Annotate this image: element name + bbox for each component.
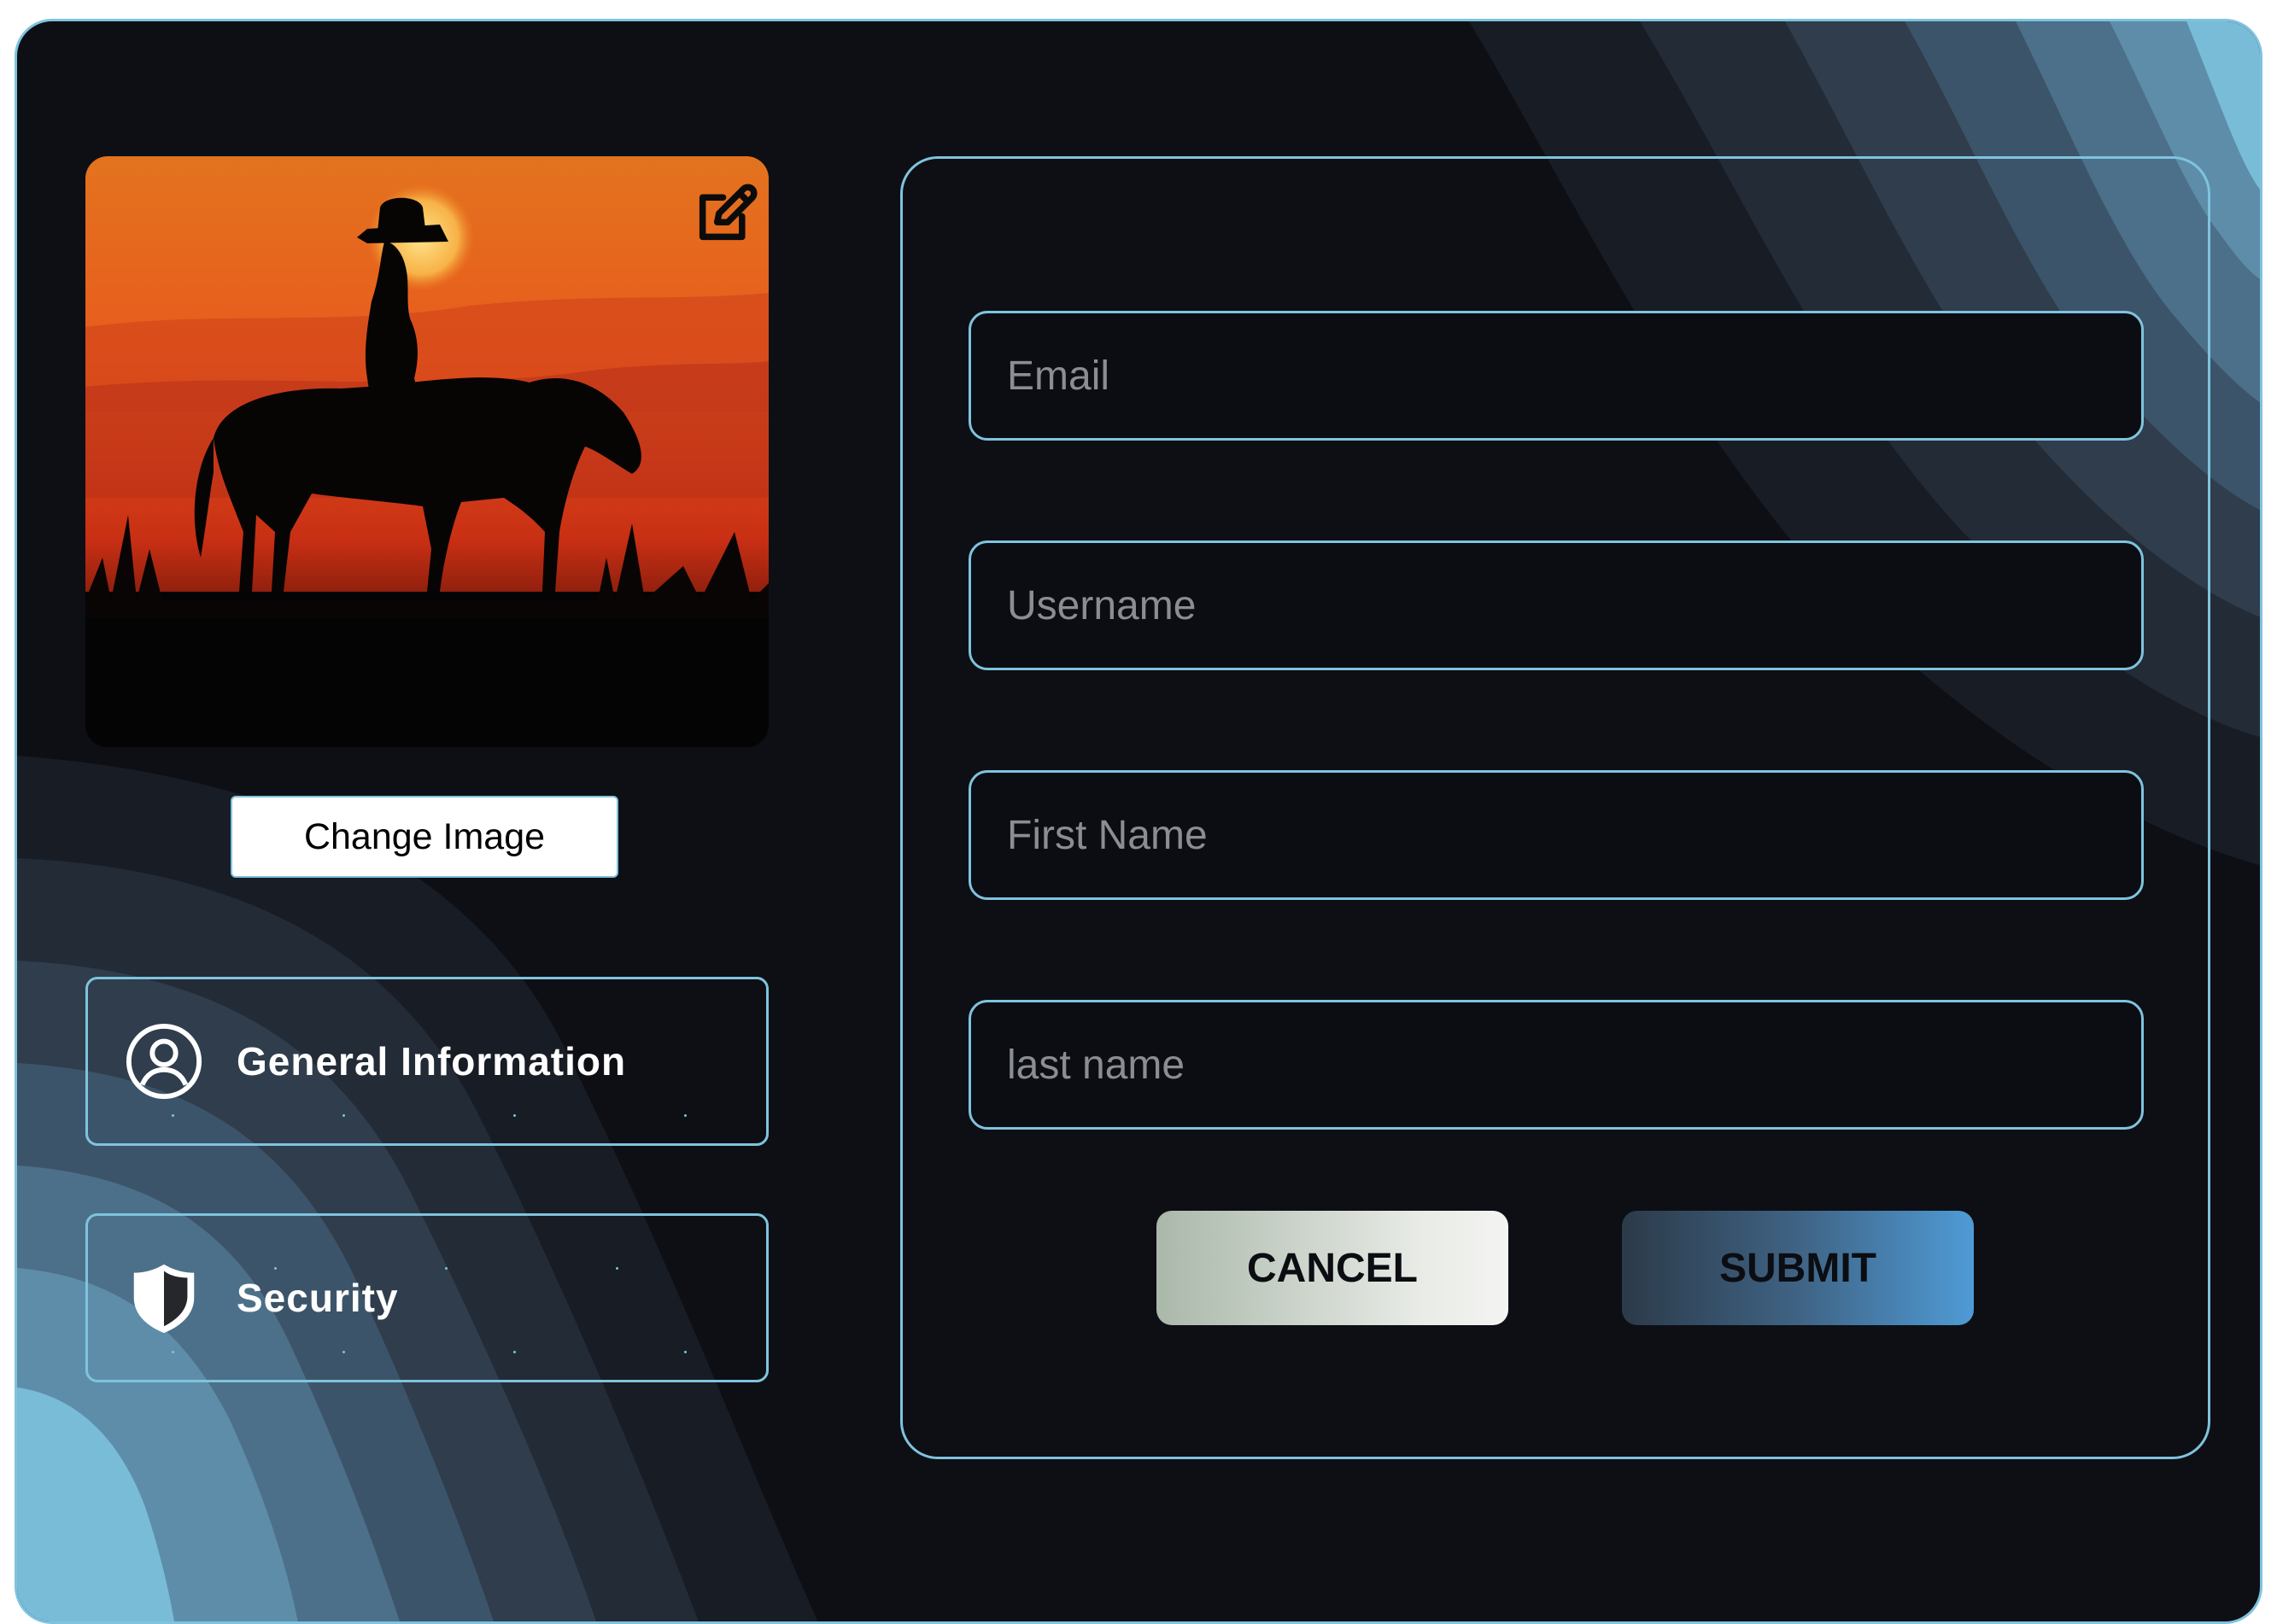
change-image-button[interactable]: Change Image xyxy=(231,796,618,878)
decorative-dots-top xyxy=(88,1267,766,1272)
submit-button[interactable]: SUBMIT xyxy=(1622,1211,1974,1325)
profile-photo xyxy=(85,156,769,747)
nav-label-general-information: General Information xyxy=(237,1039,627,1084)
cancel-button[interactable]: CANCEL xyxy=(1156,1211,1508,1325)
decorative-dots xyxy=(88,1351,766,1356)
user-circle-icon xyxy=(126,1023,202,1100)
edit-square-icon[interactable] xyxy=(691,178,761,248)
username-field[interactable] xyxy=(969,540,2144,670)
nav-general-information[interactable]: General Information xyxy=(85,977,769,1146)
decorative-dots xyxy=(88,1114,766,1119)
profile-window: Change Image General Information Securit… xyxy=(15,19,2262,1624)
sunset-rider-image xyxy=(85,156,769,747)
nav-security[interactable]: Security xyxy=(85,1213,769,1382)
nav-label-security: Security xyxy=(237,1276,399,1320)
first-name-field[interactable] xyxy=(969,770,2144,900)
email-field[interactable] xyxy=(969,311,2144,441)
profile-form: CANCEL SUBMIT xyxy=(900,156,2210,1459)
last-name-field[interactable] xyxy=(969,1000,2144,1130)
